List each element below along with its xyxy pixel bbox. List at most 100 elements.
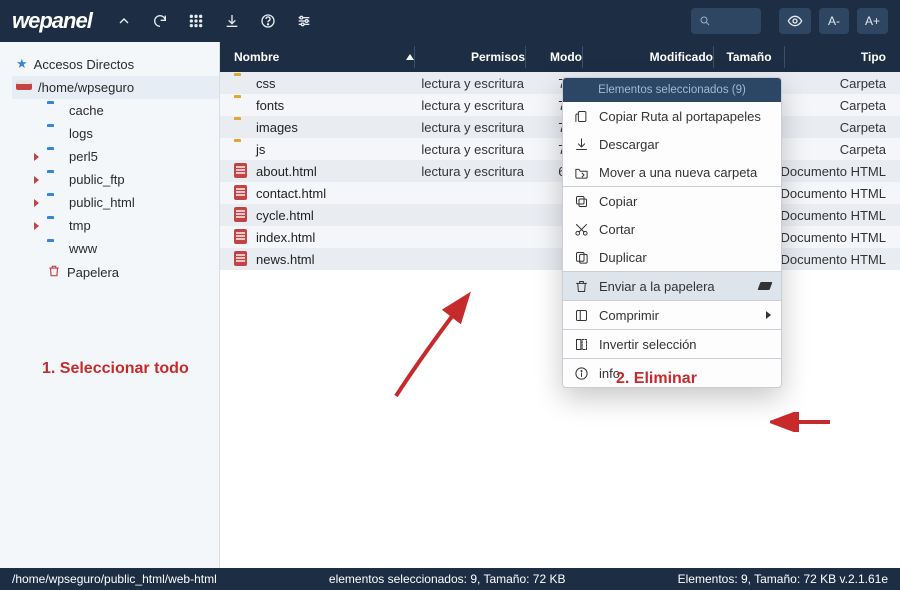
context-menu-header: Elementos seleccionados (9)	[563, 78, 781, 102]
column-nombre[interactable]: Nombre	[234, 50, 414, 64]
file-name: css	[256, 76, 276, 91]
status-total: Elementos: 9, Tamaño: 72 KB v.2.1.61e	[678, 572, 888, 586]
ctx-move[interactable]: Mover a una nueva carpeta	[563, 158, 781, 186]
sidebar-item-label: cache	[69, 103, 104, 118]
help-icon[interactable]	[254, 7, 282, 35]
sidebar-shortcuts[interactable]: ★ Accesos Directos	[12, 52, 219, 76]
chevron-up-icon[interactable]	[110, 7, 138, 35]
file-type: Documento HTML	[780, 208, 886, 223]
column-tipo[interactable]: Tipo	[785, 50, 886, 64]
file-type: Carpeta	[780, 120, 886, 135]
app-logo: wepanel	[12, 8, 92, 34]
sidebar-item-label: www	[69, 241, 97, 256]
annotation-delete: 2. Eliminar	[616, 370, 697, 388]
ctx-cut[interactable]: Cortar	[563, 215, 781, 243]
sidebar-root-label: /home/wpseguro	[38, 80, 134, 95]
status-path: /home/wpseguro/public_html/web-html	[12, 572, 217, 586]
file-type: Documento HTML	[780, 186, 886, 201]
annotation-arrow-2	[770, 412, 835, 432]
html-file-icon	[234, 252, 250, 266]
column-permisos[interactable]: Permisos	[415, 50, 525, 64]
sidebar-item-label: Papelera	[67, 265, 119, 280]
sidebar-item-tmp[interactable]: tmp	[12, 214, 219, 237]
eraser-icon	[758, 282, 773, 290]
ctx-download[interactable]: Descargar	[563, 130, 781, 158]
sidebar-item-public-ftp[interactable]: public_ftp	[12, 168, 219, 191]
status-bar: /home/wpseguro/public_html/web-html elem…	[0, 568, 900, 590]
ctx-copy[interactable]: Copiar	[563, 187, 781, 215]
folder-icon	[234, 142, 250, 156]
file-name: about.html	[256, 164, 317, 179]
duplicate-icon	[573, 249, 589, 265]
sidebar-item-label: logs	[69, 126, 93, 141]
file-name: images	[256, 120, 298, 135]
html-file-icon	[234, 186, 250, 200]
annotation-arrow-1	[386, 290, 486, 400]
copy-icon	[573, 193, 589, 209]
sidebar-shortcuts-label: Accesos Directos	[34, 57, 134, 72]
view-toggle-button[interactable]	[779, 8, 811, 34]
file-perm: lectura y escritura	[414, 76, 524, 91]
settings-icon[interactable]	[290, 7, 318, 35]
ctx-copy-path[interactable]: Copiar Ruta al portapapeles	[563, 102, 781, 130]
font-decrease-button[interactable]: A-	[819, 8, 849, 34]
search-box[interactable]	[691, 8, 761, 34]
file-type: Carpeta	[780, 98, 886, 113]
table-row[interactable]: news.htmlHoy 03:03 PM13 KBDocumento HTML	[220, 248, 900, 270]
column-tamano[interactable]: Tamaño	[714, 50, 784, 64]
drive-icon	[16, 80, 32, 95]
table-row[interactable]: imageslectura y escritura755Hoy 03:03 PM…	[220, 116, 900, 138]
eye-icon	[787, 13, 803, 29]
file-perm: lectura y escritura	[414, 98, 524, 113]
search-icon	[699, 15, 711, 27]
chevron-right-icon	[766, 311, 771, 319]
file-type: Carpeta	[780, 76, 886, 91]
copy-path-icon	[573, 108, 589, 124]
file-type: Documento HTML	[780, 164, 886, 179]
status-selected: elementos seleccionados: 9, Tamaño: 72 K…	[217, 572, 678, 586]
sidebar-item-cache[interactable]: cache	[12, 99, 219, 122]
download-icon[interactable]	[218, 7, 246, 35]
table-row[interactable]: index.htmlHoy 03:03 PM22 KBDocumento HTM…	[220, 226, 900, 248]
ctx-invert-selection[interactable]: Invertir selección	[563, 330, 781, 358]
file-type: Carpeta	[780, 142, 886, 157]
sidebar-item-label: tmp	[69, 218, 91, 233]
refresh-icon[interactable]	[146, 7, 174, 35]
context-menu: Elementos seleccionados (9) Copiar Ruta …	[562, 77, 782, 388]
table-row[interactable]: contact.htmlHoy 03:03 PM11 KBDocumento H…	[220, 182, 900, 204]
html-file-icon	[234, 208, 250, 222]
file-perm: lectura y escritura	[414, 164, 524, 179]
table-row[interactable]: fontslectura y escritura755Hoy 03:03 PM-…	[220, 94, 900, 116]
file-name: index.html	[256, 230, 315, 245]
ctx-compress[interactable]: Comprimir	[563, 301, 781, 329]
file-name: contact.html	[256, 186, 326, 201]
sidebar-item-label: perl5	[69, 149, 98, 164]
info-icon	[573, 365, 589, 381]
sidebar-item-logs[interactable]: logs	[12, 122, 219, 145]
font-increase-button[interactable]: A+	[857, 8, 888, 34]
sidebar-root[interactable]: /home/wpseguro	[12, 76, 219, 99]
sidebar: ★ Accesos Directos /home/wpseguro cache …	[0, 42, 220, 568]
html-file-icon	[234, 230, 250, 244]
sidebar-item-label: public_html	[69, 195, 135, 210]
table-row[interactable]: jslectura y escritura755Hoy 03:03 PM-Car…	[220, 138, 900, 160]
trash-icon	[573, 278, 589, 294]
sidebar-item-perl5[interactable]: perl5	[12, 145, 219, 168]
column-modo[interactable]: Modo	[526, 50, 582, 64]
annotation-select-all: 1. Seleccionar todo	[42, 360, 189, 378]
ctx-send-to-trash[interactable]: Enviar a la papelera	[563, 272, 781, 300]
folder-icon	[234, 98, 250, 112]
trash-icon	[47, 264, 61, 281]
grid-icon[interactable]	[182, 7, 210, 35]
ctx-duplicate[interactable]: Duplicar	[563, 243, 781, 271]
table-row[interactable]: csslectura y escritura755Hoy 03:03 PM-Ca…	[220, 72, 900, 94]
file-name: js	[256, 142, 265, 157]
download-icon	[573, 136, 589, 152]
table-row[interactable]: cycle.htmlHoy 03:03 PM14 KBDocumento HTM…	[220, 204, 900, 226]
table-row[interactable]: about.htmllectura y escritura644Hoy 03:0…	[220, 160, 900, 182]
column-modificado[interactable]: Modificado	[583, 50, 713, 64]
sidebar-item-www[interactable]: www	[12, 237, 219, 260]
sidebar-item-trash[interactable]: Papelera	[12, 260, 219, 285]
sidebar-item-public-html[interactable]: public_html	[12, 191, 219, 214]
star-icon: ★	[16, 56, 28, 72]
